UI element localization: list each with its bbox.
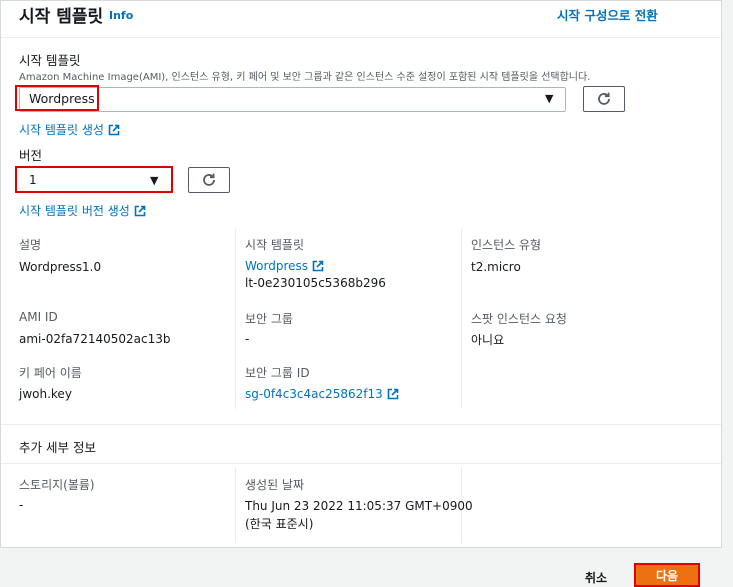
- storage-label: 스토리지(볼륨): [19, 478, 95, 492]
- section-divider: [1, 463, 721, 464]
- caret-down-icon: ▼: [545, 92, 554, 105]
- template-id-value: lt-0e230105c5368b296: [245, 276, 386, 290]
- created-date-label: 생성된 날짜: [245, 478, 305, 492]
- template-refresh-button[interactable]: [583, 86, 625, 112]
- create-template-link[interactable]: 시작 템플릿 생성: [19, 121, 120, 138]
- version-refresh-button[interactable]: [188, 167, 230, 193]
- create-template-link-label: 시작 템플릿 생성: [19, 123, 104, 137]
- version-select-value: 1: [29, 173, 37, 187]
- caret-down-icon: ▼: [150, 174, 159, 187]
- key-pair-value: jwoh.key: [19, 387, 72, 401]
- column-divider: [235, 229, 236, 409]
- template-description: Amazon Machine Image(AMI), 인스턴스 유형, 키 페어…: [19, 72, 591, 83]
- template-select-value: Wordpress: [29, 91, 95, 106]
- template-detail-link-label: Wordpress: [245, 259, 309, 273]
- security-group-id-link[interactable]: sg-0f4c3c4ac25862f13: [245, 387, 399, 401]
- launch-template-panel: 시작 템플릿 Info 시작 구성으로 전환 시작 템플릿 Amazon Mac…: [0, 0, 722, 548]
- external-link-icon: [108, 124, 120, 136]
- cancel-button[interactable]: 취소: [585, 569, 607, 586]
- security-group-id-label: 보안 그룹 ID: [245, 366, 310, 380]
- instance-type-label: 인스턴스 유형: [471, 238, 542, 252]
- version-label: 버전: [19, 148, 43, 163]
- spot-request-value: 아니요: [471, 333, 505, 347]
- template-detail-label: 시작 템플릿: [245, 238, 305, 252]
- external-link-icon: [387, 388, 399, 400]
- spot-request-label: 스팟 인스턴스 요청: [471, 312, 567, 326]
- instance-type-value: t2.micro: [471, 260, 521, 274]
- security-group-id-link-label: sg-0f4c3c4ac25862f13: [245, 387, 383, 401]
- template-select-highlight: Wordpress: [15, 85, 99, 111]
- template-select[interactable]: ▼: [19, 87, 566, 112]
- security-group-value: -: [245, 332, 250, 346]
- panel-header: 시작 템플릿 Info 시작 구성으로 전환: [1, 1, 721, 38]
- version-select[interactable]: 1 ▼: [15, 166, 173, 193]
- storage-value: -: [19, 498, 24, 512]
- refresh-icon: [598, 92, 610, 105]
- info-link[interactable]: Info: [109, 9, 133, 22]
- key-pair-label: 키 페어 이름: [19, 366, 82, 380]
- external-link-icon: [312, 260, 324, 272]
- description-label: 설명: [19, 238, 42, 252]
- additional-details-heading: 추가 세부 정보: [19, 440, 96, 455]
- ami-id-value: ami-02fa72140502ac13b: [19, 332, 171, 346]
- next-button-label: 다음: [655, 568, 679, 583]
- external-link-icon: [134, 205, 146, 217]
- section-divider: [1, 424, 721, 425]
- ami-id-label: AMI ID: [19, 310, 58, 324]
- next-button[interactable]: 다음: [634, 563, 700, 587]
- description-value: Wordpress1.0: [19, 260, 102, 274]
- template-label: 시작 템플릿: [19, 53, 81, 68]
- security-group-label: 보안 그룹: [245, 312, 293, 326]
- panel-title: 시작 템플릿: [19, 7, 104, 27]
- created-date-timezone: (한국 표준시): [245, 517, 314, 531]
- refresh-icon: [203, 173, 215, 186]
- created-date-value: Thu Jun 23 2022 11:05:37 GMT+0900: [245, 499, 473, 513]
- create-version-link-label: 시작 템플릿 버전 생성: [19, 204, 130, 218]
- create-version-link[interactable]: 시작 템플릿 버전 생성: [19, 202, 146, 219]
- column-divider: [235, 467, 236, 543]
- column-divider: [461, 229, 462, 409]
- template-detail-link[interactable]: Wordpress: [245, 259, 324, 273]
- switch-to-launch-config-link[interactable]: 시작 구성으로 전환: [557, 5, 658, 24]
